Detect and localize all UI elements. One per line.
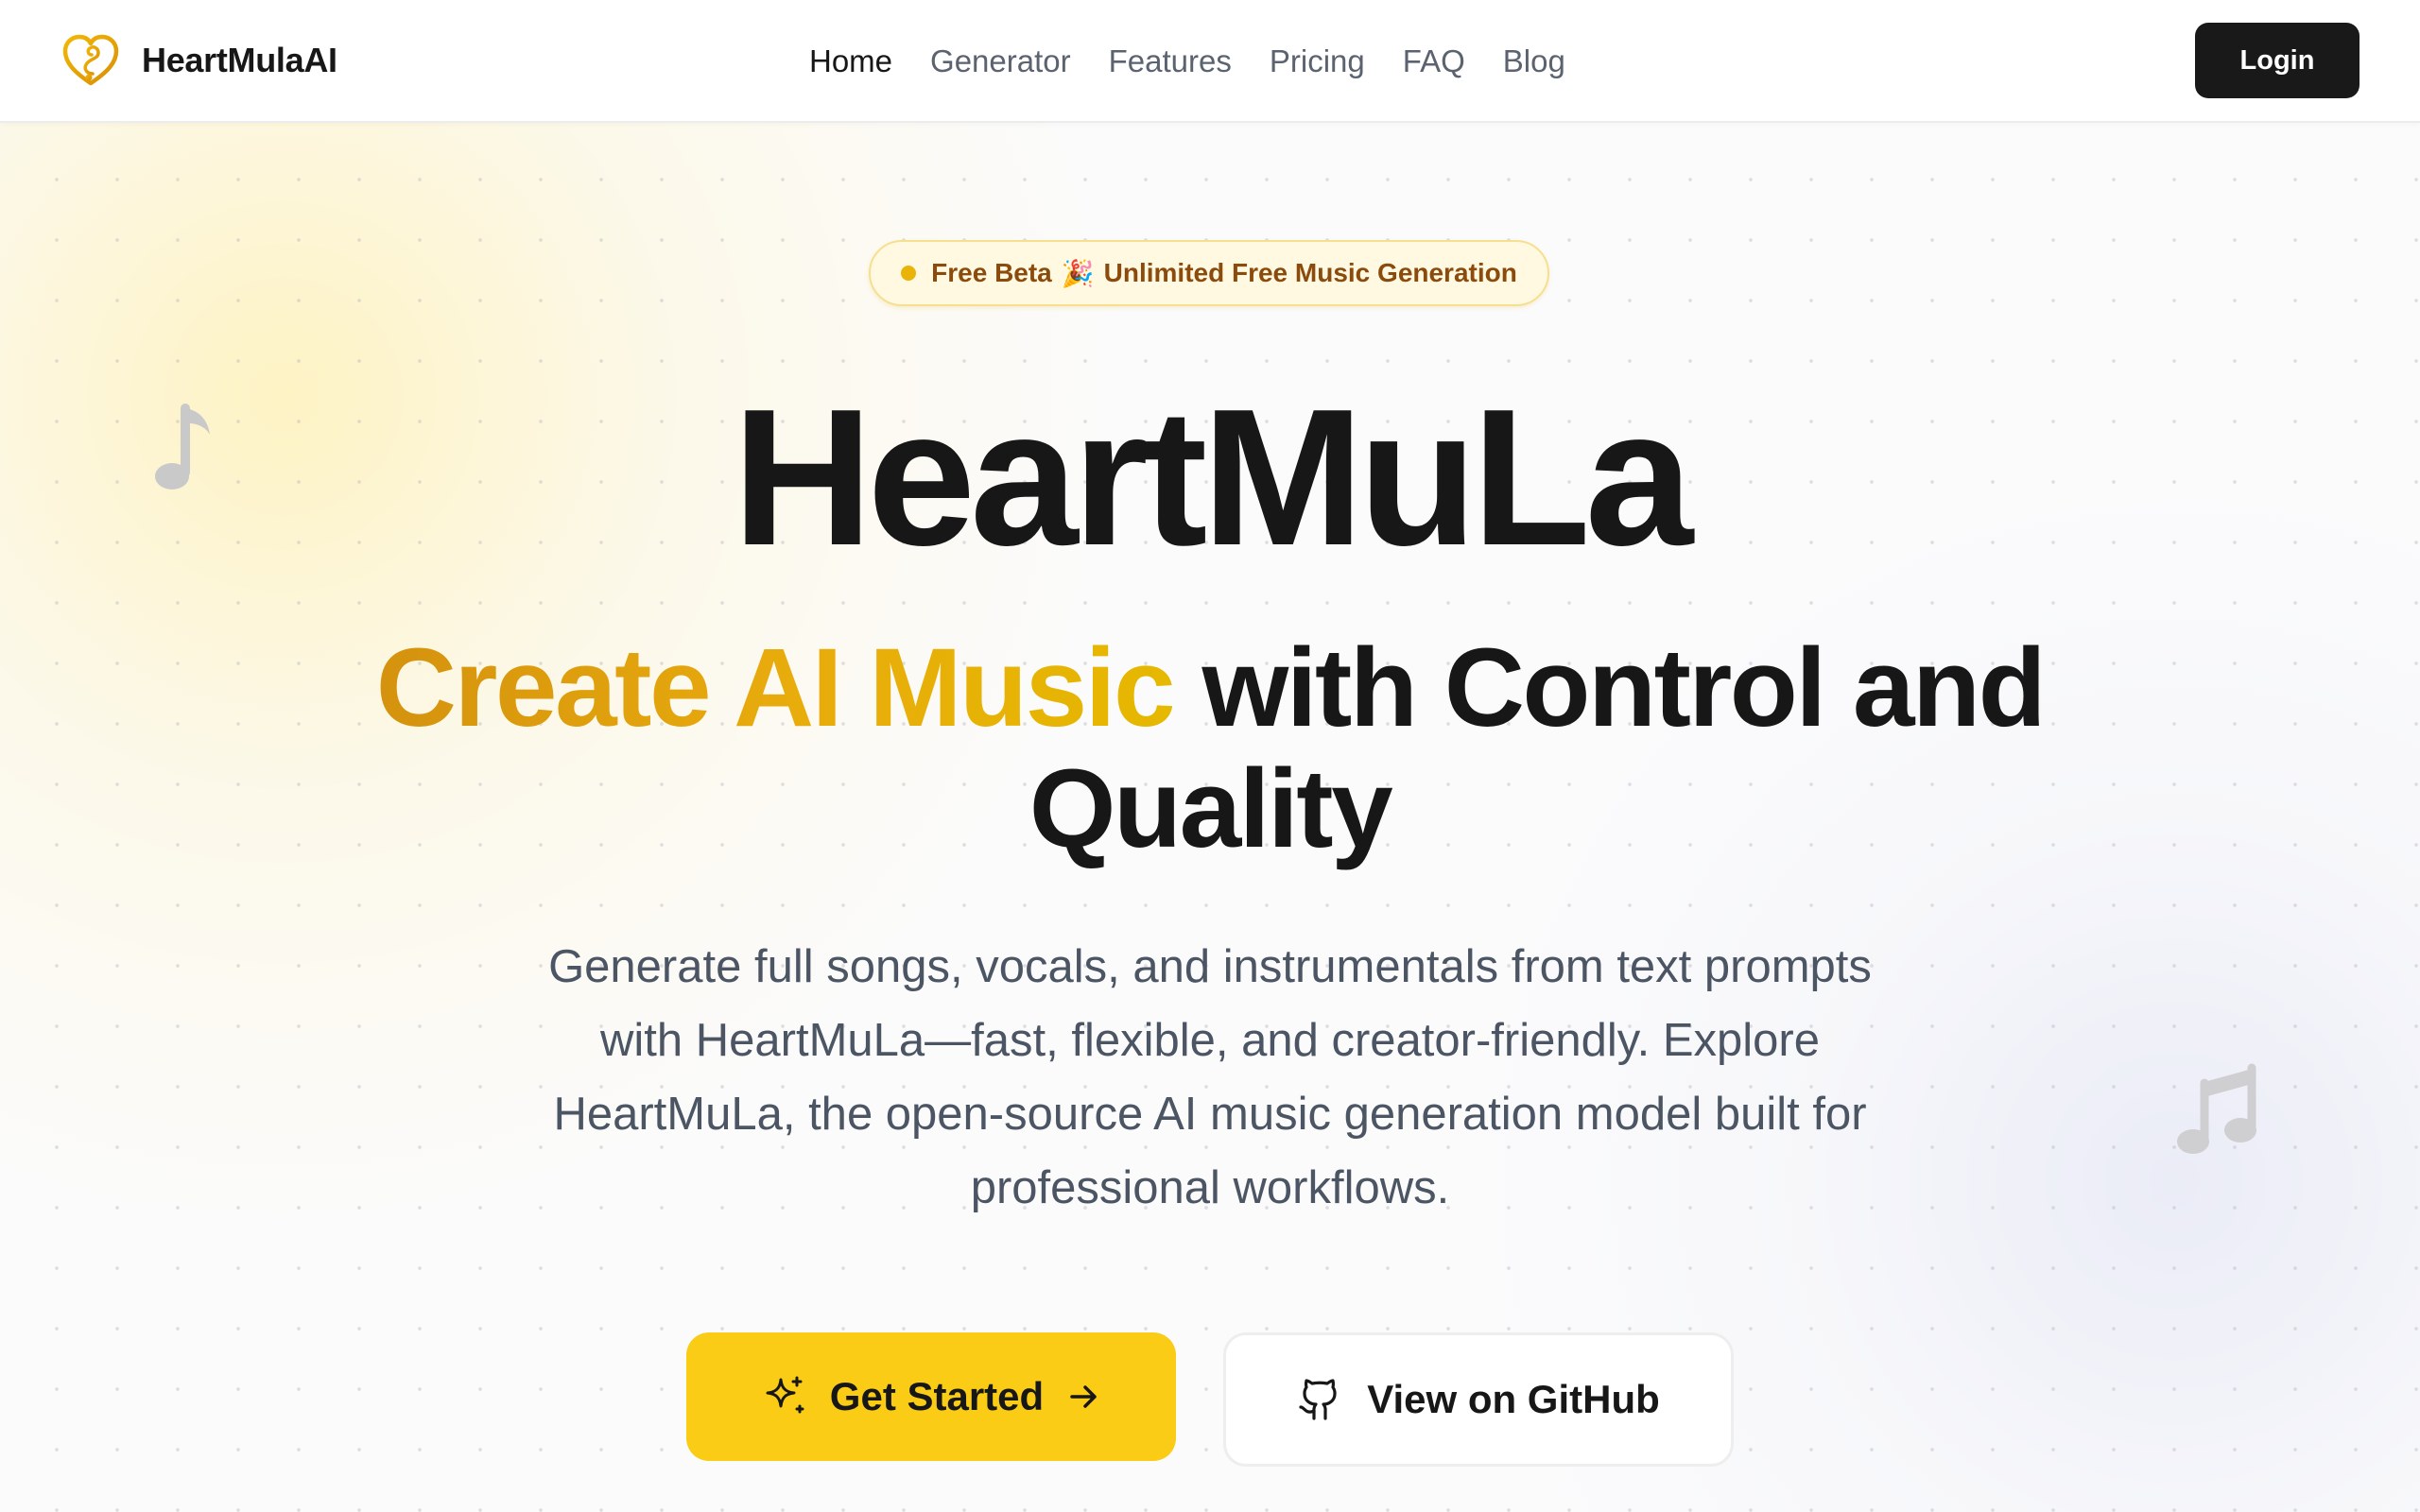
top-navigation-bar: HeartMulaAI Home Generator Features Pric… <box>0 0 2420 123</box>
get-started-button[interactable]: Get Started <box>686 1332 1176 1461</box>
nav-link-home[interactable]: Home <box>809 43 892 79</box>
heart-music-logo-icon <box>62 34 119 86</box>
nav-link-pricing[interactable]: Pricing <box>1270 43 1365 79</box>
hero-subtitle-accent: Create AI Music <box>375 626 1176 750</box>
login-button[interactable]: Login <box>2195 23 2360 98</box>
nav-link-faq[interactable]: FAQ <box>1403 43 1465 79</box>
hero-subtitle: Create AI Music with Control and Quality <box>265 627 2155 869</box>
badge-text-right: Unlimited Free Music Generation <box>1103 258 1517 287</box>
hero-title: HeartMuLa <box>732 369 1694 586</box>
badge-text-left: Free Beta <box>931 258 1052 287</box>
nav-link-generator[interactable]: Generator <box>930 43 1071 79</box>
view-on-github-label: View on GitHub <box>1367 1377 1660 1421</box>
arrow-right-icon <box>1070 1385 1097 1408</box>
nav-link-blog[interactable]: Blog <box>1503 43 1565 79</box>
party-icon: 🎉 <box>1061 258 1095 288</box>
view-on-github-button[interactable]: View on GitHub <box>1223 1332 1734 1467</box>
main-nav: Home Generator Features Pricing FAQ Blog <box>809 36 1565 87</box>
hero-subtitle-rest: with Control and Quality <box>1028 626 2047 871</box>
hero-description: Generate full songs, vocals, and instrum… <box>548 941 1872 1213</box>
music-notes-icon <box>2177 1063 2256 1154</box>
get-started-label: Get Started <box>829 1374 1045 1418</box>
github-icon <box>1299 1379 1337 1420</box>
dot-icon <box>901 266 917 281</box>
brand-name: HeartMulaAI <box>142 41 337 79</box>
brand-link[interactable]: HeartMulaAI <box>60 28 337 93</box>
beta-badge: Free Beta 🎉 Unlimited Free Music Generat… <box>869 240 1549 306</box>
sparkles-icon <box>766 1376 804 1414</box>
nav-link-features[interactable]: Features <box>1109 43 1232 79</box>
